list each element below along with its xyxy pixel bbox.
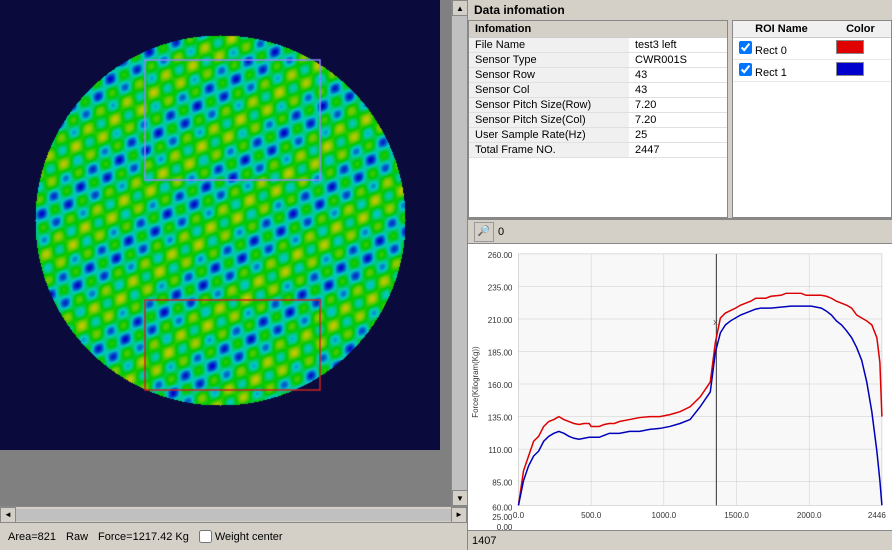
chart-icon[interactable]: 🔎 bbox=[474, 222, 494, 242]
table-row: File Nametest3 left bbox=[469, 38, 727, 53]
info-label: File Name bbox=[469, 38, 629, 53]
roi-color bbox=[830, 60, 891, 82]
raw-label: Raw bbox=[66, 531, 88, 543]
svg-text:85.00: 85.00 bbox=[492, 479, 513, 488]
svg-text:x: x bbox=[713, 317, 718, 327]
data-info-title: Data infomation bbox=[468, 0, 892, 20]
svg-text:210.00: 210.00 bbox=[488, 316, 513, 325]
info-value: 7.20 bbox=[629, 113, 727, 128]
table-header-info: Infomation bbox=[469, 21, 629, 38]
info-label: Sensor Pitch Size(Row) bbox=[469, 98, 629, 113]
table-row: Sensor Pitch Size(Row)7.20 bbox=[469, 98, 727, 113]
chart-area: 260.00 235.00 210.00 185.00 160.00 135.0… bbox=[468, 244, 892, 530]
sensor-canvas bbox=[0, 0, 440, 450]
table-row: Sensor TypeCWR001S bbox=[469, 53, 727, 68]
svg-text:110.00: 110.00 bbox=[488, 446, 513, 455]
info-value: 7.20 bbox=[629, 98, 727, 113]
weight-center-checkbox[interactable]: Weight center bbox=[199, 530, 283, 543]
info-label: Sensor Col bbox=[469, 83, 629, 98]
chart-svg: 260.00 235.00 210.00 185.00 160.00 135.0… bbox=[468, 244, 892, 530]
svg-text:185.00: 185.00 bbox=[488, 349, 513, 358]
data-info-section: Infomation File Nametest3 leftSensor Typ… bbox=[468, 20, 892, 220]
table-row: Total Frame NO.2447 bbox=[469, 143, 727, 158]
weight-center-label: Weight center bbox=[215, 531, 283, 543]
roi-table-container: ROI Name Color Rect 0 Rect 1 bbox=[732, 20, 892, 218]
right-panel: Data infomation Infomation File Nametest… bbox=[468, 0, 892, 550]
chart-toolbar-num: 0 bbox=[498, 226, 504, 238]
scroll-down-button[interactable]: ▼ bbox=[452, 490, 467, 506]
chart-toolbar: 🔎 0 bbox=[468, 220, 892, 244]
info-label: Sensor Type bbox=[469, 53, 629, 68]
status-bar: Area=821 Raw Force=1217.42 Kg Weight cen… bbox=[0, 522, 467, 550]
roi-col-name: ROI Name bbox=[733, 21, 830, 38]
info-label: User Sample Rate(Hz) bbox=[469, 128, 629, 143]
table-row: Sensor Pitch Size(Col)7.20 bbox=[469, 113, 727, 128]
info-value: 43 bbox=[629, 83, 727, 98]
info-value: test3 left bbox=[629, 38, 727, 53]
roi-color bbox=[830, 38, 891, 60]
svg-text:260.00: 260.00 bbox=[488, 251, 513, 260]
svg-text:0.00: 0.00 bbox=[497, 523, 513, 530]
roi-checkbox[interactable] bbox=[739, 63, 752, 76]
roi-name: Rect 1 bbox=[733, 60, 830, 82]
svg-text:0.0: 0.0 bbox=[513, 511, 525, 520]
scroll-right-button[interactable]: ► bbox=[451, 507, 467, 523]
svg-text:1000.0: 1000.0 bbox=[652, 511, 677, 520]
svg-text:2446: 2446 bbox=[868, 511, 887, 520]
roi-name: Rect 0 bbox=[733, 38, 830, 60]
info-value: 25 bbox=[629, 128, 727, 143]
scroll-track-v bbox=[452, 16, 467, 490]
sensor-image-area: ▲ ▼ bbox=[0, 0, 467, 506]
table-header-value bbox=[629, 21, 727, 38]
svg-text:60.00: 60.00 bbox=[492, 503, 513, 512]
scroll-left-button[interactable]: ◄ bbox=[0, 507, 16, 523]
info-label: Sensor Pitch Size(Col) bbox=[469, 113, 629, 128]
scroll-track-h bbox=[16, 509, 451, 521]
chart-bottom-bar: 1407 bbox=[468, 530, 892, 550]
roi-row: Rect 1 bbox=[733, 60, 891, 82]
roi-color-swatch bbox=[836, 62, 864, 76]
area-label: Area=821 bbox=[8, 531, 56, 543]
svg-text:160.00: 160.00 bbox=[488, 381, 513, 390]
info-value: CWR001S bbox=[629, 53, 727, 68]
weight-center-check[interactable] bbox=[199, 530, 212, 543]
svg-text:500.0: 500.0 bbox=[581, 511, 602, 520]
table-row: Sensor Col43 bbox=[469, 83, 727, 98]
info-value: 43 bbox=[629, 68, 727, 83]
horizontal-scrollbar[interactable]: ◄ ► bbox=[0, 506, 467, 522]
scroll-up-button[interactable]: ▲ bbox=[452, 0, 467, 16]
info-table-container: Infomation File Nametest3 leftSensor Typ… bbox=[468, 20, 728, 218]
info-label: Sensor Row bbox=[469, 68, 629, 83]
roi-col-color: Color bbox=[830, 21, 891, 38]
roi-row: Rect 0 bbox=[733, 38, 891, 60]
roi-table: ROI Name Color Rect 0 Rect 1 bbox=[733, 21, 891, 82]
info-table: Infomation File Nametest3 leftSensor Typ… bbox=[469, 21, 727, 158]
svg-text:2000.0: 2000.0 bbox=[797, 511, 822, 520]
roi-color-swatch bbox=[836, 40, 864, 54]
table-row: User Sample Rate(Hz)25 bbox=[469, 128, 727, 143]
svg-text:1500.0: 1500.0 bbox=[724, 511, 749, 520]
chart-section: 🔎 0 bbox=[468, 220, 892, 550]
force-label: Force=1217.42 Kg bbox=[98, 531, 189, 543]
roi-checkbox[interactable] bbox=[739, 41, 752, 54]
chart-bottom-value: 1407 bbox=[472, 535, 496, 547]
svg-text:135.00: 135.00 bbox=[488, 414, 513, 423]
svg-text:25.00: 25.00 bbox=[492, 513, 513, 522]
table-row: Sensor Row43 bbox=[469, 68, 727, 83]
info-label: Total Frame NO. bbox=[469, 143, 629, 158]
svg-text:Force(Kilogram(Kg)): Force(Kilogram(Kg)) bbox=[471, 346, 480, 418]
vertical-scrollbar[interactable]: ▲ ▼ bbox=[451, 0, 467, 506]
svg-text:235.00: 235.00 bbox=[488, 283, 513, 292]
left-panel: ▲ ▼ ◄ ► Area=821 Raw Force=1217.42 Kg We… bbox=[0, 0, 468, 550]
info-value: 2447 bbox=[629, 143, 727, 158]
